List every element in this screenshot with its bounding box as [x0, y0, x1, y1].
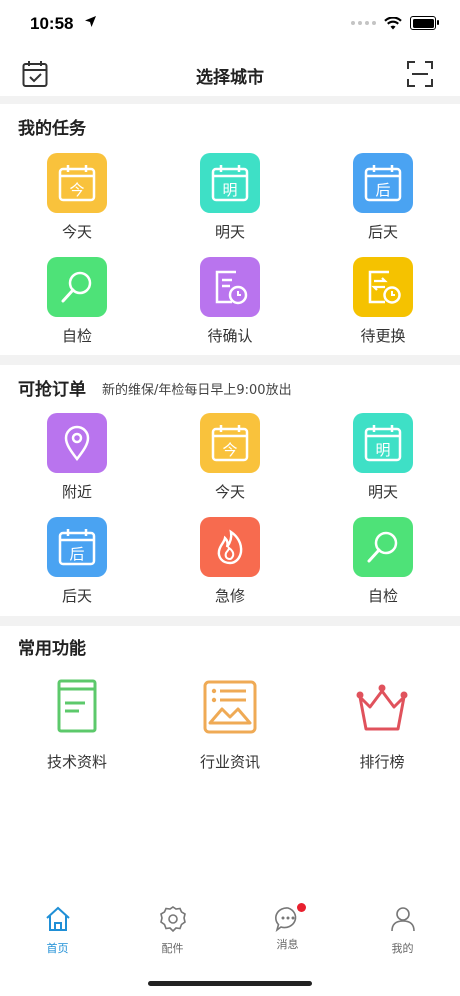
- svg-text:今: 今: [222, 441, 237, 459]
- order-self-check-label: 自检: [367, 587, 398, 605]
- order-urgent-repair-label: 急修: [214, 587, 245, 605]
- order-today-label: 今天: [214, 483, 245, 501]
- magnifier-icon: [353, 517, 413, 577]
- order-day-after[interactable]: 后 后天: [17, 517, 137, 606]
- user-icon: [390, 907, 415, 932]
- task-pending-confirm-label: 待确认: [207, 327, 253, 345]
- tab-home-label: 首页: [46, 942, 69, 955]
- task-pending-confirm[interactable]: 待确认: [170, 257, 290, 346]
- industry-news-label: 行业资讯: [199, 753, 260, 771]
- crown-icon: [356, 684, 408, 731]
- svg-text:后: 后: [69, 545, 84, 563]
- status-indicators: [351, 16, 439, 30]
- order-self-check[interactable]: 自检: [323, 517, 443, 606]
- location-arrow-icon: [85, 16, 96, 27]
- news-icon: [203, 680, 257, 734]
- common-functions-title: 常用功能: [18, 639, 86, 659]
- calendar-tomorrow-icon: 明: [200, 153, 260, 213]
- tech-docs[interactable]: 技术资料: [12, 677, 142, 772]
- home-icon: [45, 906, 70, 931]
- order-day-after-label: 后天: [61, 587, 92, 605]
- order-nearby[interactable]: 附近: [17, 413, 137, 502]
- section-separator: [0, 96, 460, 104]
- task-pending-replace[interactable]: 待更换: [323, 257, 443, 346]
- svg-text:明: 明: [222, 181, 237, 199]
- unread-badge: [296, 903, 306, 912]
- my-tasks-title: 我的任务: [18, 119, 86, 139]
- task-day-after-label: 后天: [367, 223, 398, 241]
- task-self-check-label: 自检: [61, 327, 92, 345]
- industry-news[interactable]: 行业资讯: [165, 677, 295, 772]
- scan-icon[interactable]: [406, 60, 434, 88]
- order-tomorrow-label: 明天: [367, 483, 398, 501]
- battery-icon: [410, 16, 439, 30]
- leaderboard-label: 排行榜: [359, 753, 405, 771]
- leaderboard[interactable]: 排行榜: [317, 677, 447, 772]
- message-icon: [274, 903, 306, 933]
- grab-orders-title: 可抢订单: [18, 380, 86, 400]
- task-day-after[interactable]: 后 后天: [323, 153, 443, 242]
- task-today[interactable]: 今 今天: [17, 153, 137, 242]
- order-nearby-label: 附近: [61, 483, 92, 501]
- signal-icon: [351, 21, 376, 25]
- task-today-label: 今天: [61, 223, 92, 241]
- status-time: 10:58: [30, 14, 74, 33]
- section-separator: [0, 616, 460, 626]
- calendar-today-icon: 今: [200, 413, 260, 473]
- calendar-after-tomorrow-icon: 后: [47, 517, 107, 577]
- nav-title[interactable]: 选择城市: [0, 63, 460, 88]
- tab-messages-label: 消息: [276, 938, 299, 951]
- location-pin-icon: [47, 413, 107, 473]
- tab-home[interactable]: 首页: [0, 905, 115, 956]
- order-tomorrow[interactable]: 明 明天: [323, 413, 443, 502]
- grab-orders-subtitle: 新的维保/年检每日早上9:00放出: [102, 383, 292, 398]
- book-icon: [57, 679, 97, 733]
- calendar-tomorrow-icon: 明: [353, 413, 413, 473]
- calendar-today-icon: 今: [47, 153, 107, 213]
- nav-bar: 选择城市: [0, 52, 460, 96]
- order-urgent-repair[interactable]: 急修: [170, 517, 290, 606]
- order-today[interactable]: 今 今天: [170, 413, 290, 502]
- exchange-clock-icon: [353, 257, 413, 317]
- tech-docs-label: 技术资料: [46, 753, 107, 771]
- home-indicator: [148, 981, 312, 986]
- document-clock-icon: [200, 257, 260, 317]
- flame-icon: [200, 517, 260, 577]
- tab-mine-label: 我的: [391, 942, 414, 955]
- section-separator: [0, 355, 460, 365]
- tab-parts[interactable]: 配件: [115, 905, 230, 956]
- svg-text:明: 明: [375, 441, 390, 459]
- gear-icon: [159, 906, 186, 933]
- calendar-after-tomorrow-icon: 后: [353, 153, 413, 213]
- task-pending-replace-label: 待更换: [360, 327, 406, 345]
- task-tomorrow-label: 明天: [214, 223, 245, 241]
- svg-text:今: 今: [69, 181, 84, 199]
- wifi-icon: [384, 16, 402, 29]
- svg-text:后: 后: [375, 181, 390, 199]
- tab-parts-label: 配件: [161, 942, 184, 955]
- tab-bar: 首页 配件 消息 我的: [0, 903, 460, 965]
- status-bar: 10:58: [0, 0, 460, 52]
- magnifier-icon: [47, 257, 107, 317]
- task-tomorrow[interactable]: 明 明天: [170, 153, 290, 242]
- task-self-check[interactable]: 自检: [17, 257, 137, 346]
- tab-messages[interactable]: 消息: [230, 903, 345, 952]
- tab-mine[interactable]: 我的: [345, 905, 460, 956]
